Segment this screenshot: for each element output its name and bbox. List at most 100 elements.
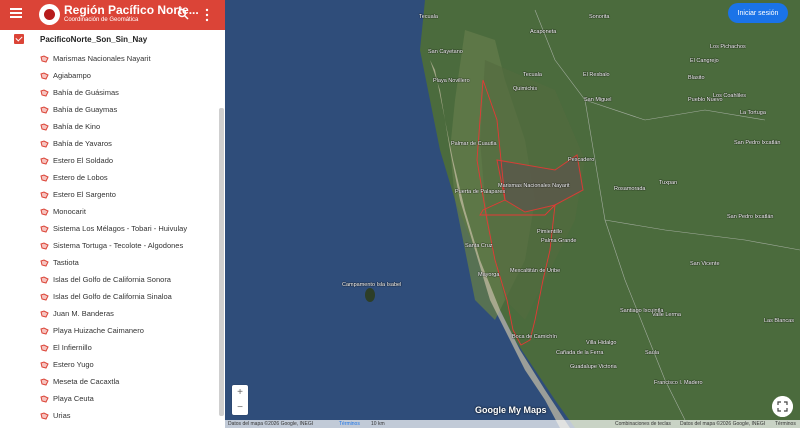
map-place-label: Acaponeta xyxy=(530,29,557,35)
polygon-icon xyxy=(40,122,49,131)
more-options-icon[interactable] xyxy=(202,8,212,22)
polygon-icon xyxy=(40,377,49,386)
list-item-label: Playa Ceuta xyxy=(53,394,94,403)
list-item-label: Monocarit xyxy=(53,207,86,216)
list-item-label: Tastiota xyxy=(53,258,79,267)
polygon-icon xyxy=(40,54,49,63)
terms-link[interactable]: Términos xyxy=(339,421,360,427)
satellite-map xyxy=(225,0,800,428)
search-icon[interactable] xyxy=(177,8,189,20)
list-item[interactable]: Playa Ceuta xyxy=(40,390,187,407)
map-place-label: Mayorga xyxy=(478,272,500,278)
fullscreen-icon[interactable] xyxy=(772,396,793,417)
polygon-icon xyxy=(40,309,49,318)
list-item[interactable]: Islas del Golfo de California Sonora xyxy=(40,271,187,288)
list-item[interactable]: Estero de Lobos xyxy=(40,169,187,186)
map-place-label: San Cayetano xyxy=(428,49,463,55)
list-item-label: Urias xyxy=(53,411,71,420)
map-place-label: Mexcaltitán de Uribe xyxy=(510,268,561,274)
list-item[interactable]: Monocarit xyxy=(40,203,187,220)
list-item-label: Bahía de Guásimas xyxy=(53,88,119,97)
list-item-label: Meseta de Cacaxtla xyxy=(53,377,120,386)
map-place-label: Tecuala xyxy=(523,72,542,78)
panel-scrollbar[interactable] xyxy=(219,108,224,416)
list-item[interactable]: Estero El Soldado xyxy=(40,152,187,169)
polygon-icon xyxy=(40,190,49,199)
polygon-icon xyxy=(40,224,49,233)
list-item[interactable]: Estero Yugo xyxy=(40,356,187,373)
list-item[interactable]: Sistema Tortuga - Tecolote - Algodones xyxy=(40,237,187,254)
zoom-out-button[interactable]: − xyxy=(232,400,248,415)
list-item[interactable]: El Infiernillo xyxy=(40,339,187,356)
map-place-label: Las Blancas xyxy=(764,318,794,324)
list-item[interactable]: Bahía de Kino xyxy=(40,118,187,135)
map-place-label: Sonorita xyxy=(589,14,610,20)
list-item[interactable]: Bahía de Guásimas xyxy=(40,84,187,101)
list-item-label: Islas del Golfo de California Sonora xyxy=(53,275,171,284)
terms-link-2[interactable]: Términos xyxy=(775,421,796,427)
map-brand: Google My Maps xyxy=(475,405,547,415)
polygon-icon xyxy=(40,275,49,284)
map-logo xyxy=(39,4,60,25)
map-place-label: Marismas Nacionales Nayarit xyxy=(498,183,570,189)
map-place-label: Francisco I. Madero xyxy=(654,380,703,386)
map-place-label: Pimientillo xyxy=(537,229,563,235)
list-item[interactable]: Tastiota xyxy=(40,254,187,271)
polygon-icon xyxy=(40,173,49,182)
map-attribution-2: Datos del mapa ©2026 Google, INEGI xyxy=(680,421,766,427)
map-scale: 10 km xyxy=(371,421,385,427)
polygon-icon xyxy=(40,88,49,97)
map-place-label: Tecuala xyxy=(419,14,438,20)
map-place-label: Saula xyxy=(645,350,660,356)
list-item[interactable]: Playa Huizache Caimanero xyxy=(40,322,187,339)
keyboard-shortcuts-link[interactable]: Combinaciones de teclas xyxy=(615,421,671,427)
layer-checkbox[interactable] xyxy=(14,34,24,44)
map-place-label: Boca de Camichín xyxy=(512,334,557,340)
map-place-label: San Vicente xyxy=(690,261,720,267)
list-item-label: Sistema Tortuga - Tecolote - Algodones xyxy=(53,241,184,250)
list-item-label: Estero Yugo xyxy=(53,360,94,369)
list-item[interactable]: Meseta de Cacaxtla xyxy=(40,373,187,390)
map-place-label: Blasito xyxy=(688,75,705,81)
list-item[interactable]: Marismas Nacionales Nayarit xyxy=(40,50,187,67)
list-item-label: Bahía de Guaymas xyxy=(53,105,118,114)
polygon-icon xyxy=(40,258,49,267)
map-place-label: Playa Novillero xyxy=(433,78,470,84)
zoom-in-button[interactable]: + xyxy=(232,385,248,400)
list-item[interactable]: Islas del Golfo de California Sinaloa xyxy=(40,288,187,305)
map-place-label: Puerta de Palapares xyxy=(455,189,506,195)
list-item-label: Sistema Los Mélagos - Tobari - Huivulay xyxy=(53,224,188,233)
list-item-label: Estero El Soldado xyxy=(53,156,114,165)
polygon-icon xyxy=(40,343,49,352)
list-item[interactable]: Bahía de Guaymas xyxy=(40,101,187,118)
app-header: Región Pacífico Norte... Coordinación de… xyxy=(0,0,225,30)
map-place-label: Rosamorada xyxy=(614,186,646,192)
list-item-label: Islas del Golfo de California Sinaloa xyxy=(53,292,172,301)
polygon-icon xyxy=(40,139,49,148)
map-place-label: Villa Hidalgo xyxy=(586,340,617,346)
map-place-label: Quimichis xyxy=(513,86,538,92)
list-item[interactable]: Urias xyxy=(40,407,187,424)
list-item[interactable]: Juan M. Banderas xyxy=(40,305,187,322)
list-item-label: Estero de Lobos xyxy=(53,173,108,182)
signin-button[interactable]: Iniciar sesión xyxy=(728,3,788,23)
list-item[interactable]: Estero El Sargento xyxy=(40,186,187,203)
layer-name: PacificoNorte_Son_Sin_Nay xyxy=(40,34,148,44)
menu-icon[interactable] xyxy=(10,8,22,18)
list-item-label: Agiabampo xyxy=(53,71,91,80)
map-canvas[interactable]: Tecuala Acaponeta San Cayetano Playa Novill… xyxy=(225,0,800,428)
polygon-icon xyxy=(40,411,49,420)
list-item-label: El Infiernillo xyxy=(53,343,92,352)
layer-header[interactable]: PacificoNorte_Son_Sin_Nay xyxy=(14,32,147,46)
map-place-label: El Resbalo xyxy=(583,72,610,78)
list-item[interactable]: Bahía de Yavaros xyxy=(40,135,187,152)
list-item-label: Marismas Nacionales Nayarit xyxy=(53,54,151,63)
polygon-icon xyxy=(40,105,49,114)
map-place-label: San Pedro Ixcatlán xyxy=(734,140,781,146)
list-item[interactable]: Sistema Los Mélagos - Tobari - Huivulay xyxy=(40,220,187,237)
list-item[interactable]: Agiabampo xyxy=(40,67,187,84)
map-place-label: Guadalupe Victoria xyxy=(570,364,617,370)
map-place-label: Los Pichachos xyxy=(710,44,746,50)
layer-panel: PacificoNorte_Son_Sin_Nay Marismas Nacio… xyxy=(0,30,225,428)
map-place-label: Palmar de Cuautla xyxy=(451,141,497,147)
